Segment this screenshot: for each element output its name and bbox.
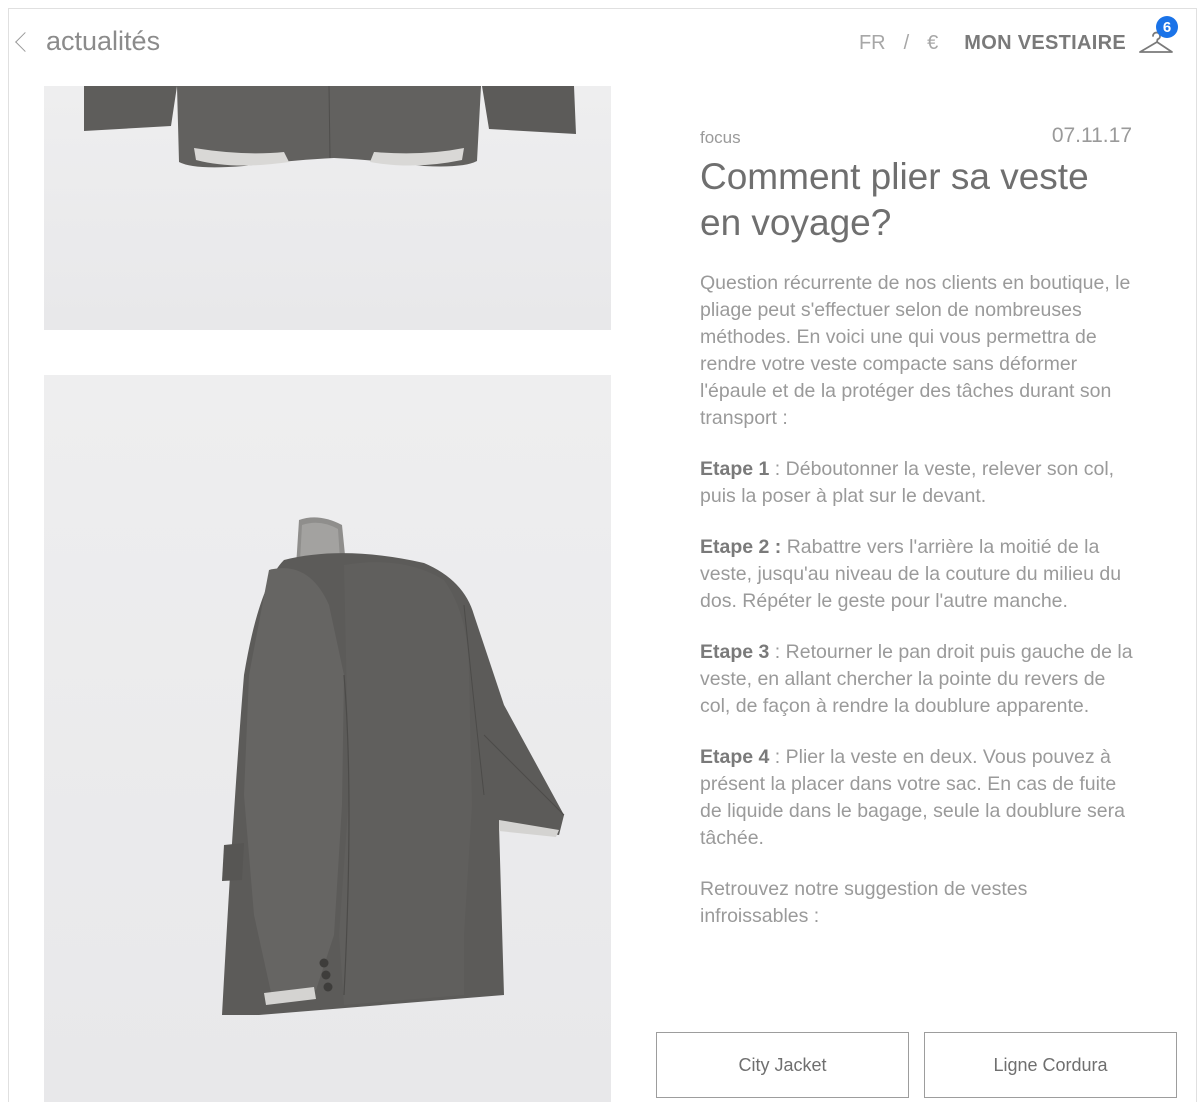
article-step: Etape 4 : Plier la veste en deux. Vous p… xyxy=(700,744,1140,852)
chevron-left-icon xyxy=(15,31,35,52)
currency-selector[interactable]: € xyxy=(927,32,938,55)
step-sep: : xyxy=(769,641,786,663)
article-category: focus xyxy=(700,128,741,147)
top-bar: actualités FR / € MON VESTIAIRE 6 xyxy=(0,0,1198,86)
header-right-nav: FR / € MON VESTIAIRE 6 xyxy=(859,16,1178,60)
folded-jacket-illustration xyxy=(222,517,565,1015)
hanger-icon[interactable]: 6 xyxy=(1136,16,1178,60)
wardrobe-link[interactable]: MON VESTIAIRE xyxy=(964,32,1126,55)
ligne-cordura-button[interactable]: Ligne Cordura xyxy=(924,1032,1177,1098)
article-content: focus 07.11.17 Comment plier sa veste en… xyxy=(700,124,1140,930)
language-selector[interactable]: FR xyxy=(859,32,886,55)
city-jacket-button[interactable]: City Jacket xyxy=(656,1032,909,1098)
step-sep: : xyxy=(769,746,786,768)
article-meta: focus 07.11.17 xyxy=(700,124,1140,148)
article-outro: Retrouvez notre suggestion de vestes inf… xyxy=(700,878,1028,927)
step-label: Etape 4 xyxy=(700,746,770,768)
jacket-bottom-illustration xyxy=(84,86,576,168)
back-label: actualités xyxy=(46,26,161,56)
article-date: 07.11.17 xyxy=(1051,124,1132,147)
article-intro: Question récurrente de nos clients en bo… xyxy=(700,272,1131,429)
article-step: Etape 3 : Retourner le pan droit puis ga… xyxy=(700,639,1140,720)
article-image-folded-jacket xyxy=(44,375,611,1102)
article-step: Etape 1 : Déboutonner la veste, relever … xyxy=(700,456,1140,510)
article-step: Etape 2 : Rabattre vers l'arrière la moi… xyxy=(700,534,1140,615)
back-link[interactable]: actualités xyxy=(14,26,160,57)
article-title: Comment plier sa veste en voyage? xyxy=(700,156,1089,243)
article-image-top xyxy=(44,86,611,330)
step-label: Etape 1 xyxy=(700,458,770,480)
step-label: Etape 3 xyxy=(700,641,770,663)
nav-separator: / xyxy=(903,31,910,54)
step-label: Etape 2 : xyxy=(700,536,782,558)
step-sep: : xyxy=(769,458,786,480)
wardrobe-count-badge: 6 xyxy=(1156,16,1178,38)
